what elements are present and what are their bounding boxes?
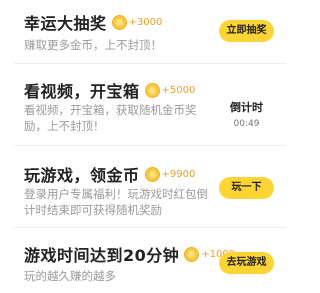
coin-reward: +5000 <box>161 84 196 96</box>
play-game-button[interactable]: 玩一下 <box>219 177 274 199</box>
countdown-label: 倒计时 <box>230 101 263 114</box>
task-list: 幸运大抽奖 +3000 赚取更多金币，上不封顶！ 立即抽奖 看视频，开宝箱 +5… <box>0 0 300 293</box>
task-title-row: 游戏时间达到20分钟 +1000 <box>24 242 235 266</box>
task-item-lucky-draw: 幸运大抽奖 +3000 赚取更多金币，上不封顶！ 立即抽奖 <box>0 0 300 63</box>
task-description-line: 玩的越久赚的越多 <box>24 269 116 283</box>
task-description-line: 赚取更多金币，上不封顶！ <box>24 38 162 52</box>
task-title: 幸运大抽奖 <box>24 14 107 33</box>
task-item-video-chest: 看视频，开宝箱 +5000 看视频，开宝箱，获取随机金币奖 励，上不封顶！ 倒计… <box>0 64 300 145</box>
task-description-line: 登录用户专属福利！玩游戏时红包倒 <box>24 187 208 201</box>
coin-icon <box>184 246 200 262</box>
task-title: 游戏时间达到20分钟 <box>24 246 180 265</box>
coin-icon <box>144 166 160 182</box>
go-play-game-button[interactable]: 去玩游戏 <box>219 252 274 274</box>
task-item-play-20-minutes: 游戏时间达到20分钟 +1000 玩的越久赚的越多 去玩游戏 <box>0 228 300 293</box>
task-title-row: 看视频，开宝箱 +5000 <box>24 78 195 102</box>
countdown-timer: 00:49 <box>233 119 260 129</box>
task-title: 玩游戏，领金币 <box>24 166 140 185</box>
coin-reward: +3000 <box>128 16 163 28</box>
task-title-row: 玩游戏，领金币 +9900 <box>24 162 195 186</box>
task-description: 玩的越久赚的越多 <box>24 268 116 284</box>
task-description-line: 励，上不封顶！ <box>24 119 105 133</box>
task-title: 看视频，开宝箱 <box>24 82 140 101</box>
task-description: 赚取更多金币，上不封顶！ <box>24 37 162 53</box>
coin-reward: +9900 <box>161 168 196 180</box>
task-description: 登录用户专属福利！玩游戏时红包倒 计时结束即可获得随机奖励 <box>24 186 208 218</box>
lucky-draw-button[interactable]: 立即抽奖 <box>219 20 274 42</box>
task-description: 看视频，开宝箱，获取随机金币奖 励，上不封顶！ <box>24 102 197 134</box>
task-description-line: 计时结束即可获得随机奖励 <box>24 203 162 217</box>
task-description-line: 看视频，开宝箱，获取随机金币奖 <box>24 103 197 117</box>
coin-icon <box>111 14 127 30</box>
task-item-play-game: 玩游戏，领金币 +9900 登录用户专属福利！玩游戏时红包倒 计时结束即可获得随… <box>0 146 300 227</box>
coin-icon <box>144 82 160 98</box>
task-title-row: 幸运大抽奖 +3000 <box>24 10 162 34</box>
